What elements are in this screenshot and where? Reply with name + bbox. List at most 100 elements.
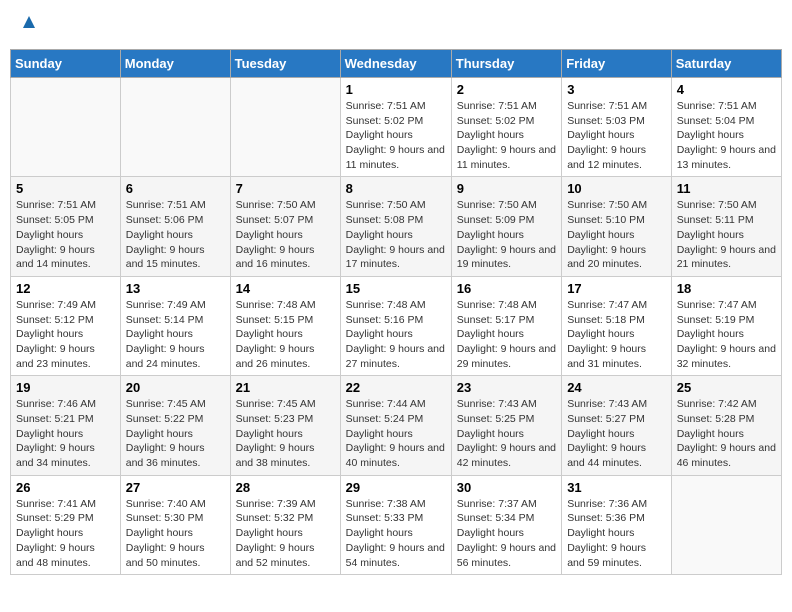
- day-of-week-header: Saturday: [671, 50, 781, 78]
- day-number: 23: [457, 380, 556, 395]
- day-of-week-header: Tuesday: [230, 50, 340, 78]
- sunset-label: Sunset: 5:28 PM: [677, 413, 755, 425]
- day-info: Sunrise: 7:38 AM Sunset: 5:33 PM Dayligh…: [346, 497, 446, 570]
- daylight-value: Daylight: 9 hours and 42 minutes.: [457, 442, 556, 469]
- sunrise-label: Sunrise: 7:43 AM: [457, 398, 537, 410]
- daylight-label: Daylight hours: [346, 527, 413, 539]
- day-number: 20: [126, 380, 225, 395]
- day-info: Sunrise: 7:51 AM Sunset: 5:03 PM Dayligh…: [567, 99, 666, 172]
- daylight-value: Daylight: 9 hours and 32 minutes.: [677, 343, 776, 370]
- day-info: Sunrise: 7:39 AM Sunset: 5:32 PM Dayligh…: [236, 497, 335, 570]
- day-info: Sunrise: 7:50 AM Sunset: 5:08 PM Dayligh…: [346, 198, 446, 271]
- day-info: Sunrise: 7:50 AM Sunset: 5:07 PM Dayligh…: [236, 198, 335, 271]
- day-number: 2: [457, 82, 556, 97]
- sunrise-label: Sunrise: 7:37 AM: [457, 498, 537, 510]
- day-number: 11: [677, 181, 776, 196]
- sunset-label: Sunset: 5:12 PM: [16, 314, 94, 326]
- sunset-label: Sunset: 5:17 PM: [457, 314, 535, 326]
- sunset-label: Sunset: 5:02 PM: [457, 115, 535, 127]
- sunset-label: Sunset: 5:32 PM: [236, 512, 314, 524]
- sunset-label: Sunset: 5:21 PM: [16, 413, 94, 425]
- sunset-label: Sunset: 5:36 PM: [567, 512, 645, 524]
- daylight-label: Daylight hours: [126, 428, 193, 440]
- daylight-label: Daylight hours: [567, 229, 634, 241]
- sunrise-label: Sunrise: 7:44 AM: [346, 398, 426, 410]
- sunset-label: Sunset: 5:33 PM: [346, 512, 424, 524]
- day-number: 17: [567, 281, 666, 296]
- day-info: Sunrise: 7:51 AM Sunset: 5:06 PM Dayligh…: [126, 198, 225, 271]
- day-info: Sunrise: 7:50 AM Sunset: 5:10 PM Dayligh…: [567, 198, 666, 271]
- calendar-cell: 21 Sunrise: 7:45 AM Sunset: 5:23 PM Dayl…: [230, 376, 340, 475]
- calendar-week-row: 19 Sunrise: 7:46 AM Sunset: 5:21 PM Dayl…: [11, 376, 782, 475]
- sunrise-label: Sunrise: 7:50 AM: [346, 199, 426, 211]
- sunset-label: Sunset: 5:14 PM: [126, 314, 204, 326]
- day-number: 3: [567, 82, 666, 97]
- sunrise-label: Sunrise: 7:43 AM: [567, 398, 647, 410]
- sunrise-label: Sunrise: 7:36 AM: [567, 498, 647, 510]
- sunset-label: Sunset: 5:30 PM: [126, 512, 204, 524]
- sunrise-label: Sunrise: 7:38 AM: [346, 498, 426, 510]
- day-info: Sunrise: 7:49 AM Sunset: 5:14 PM Dayligh…: [126, 298, 225, 371]
- daylight-label: Daylight hours: [457, 129, 524, 141]
- day-number: 8: [346, 181, 446, 196]
- calendar-cell: 28 Sunrise: 7:39 AM Sunset: 5:32 PM Dayl…: [230, 475, 340, 574]
- calendar-cell: 25 Sunrise: 7:42 AM Sunset: 5:28 PM Dayl…: [671, 376, 781, 475]
- calendar-cell: 26 Sunrise: 7:41 AM Sunset: 5:29 PM Dayl…: [11, 475, 121, 574]
- day-info: Sunrise: 7:41 AM Sunset: 5:29 PM Dayligh…: [16, 497, 115, 570]
- sunrise-label: Sunrise: 7:48 AM: [457, 299, 537, 311]
- sunrise-label: Sunrise: 7:50 AM: [677, 199, 757, 211]
- daylight-value: Daylight: 9 hours and 38 minutes.: [236, 442, 315, 469]
- sunrise-label: Sunrise: 7:51 AM: [16, 199, 96, 211]
- sunset-label: Sunset: 5:07 PM: [236, 214, 314, 226]
- logo-triangle-icon: [22, 15, 36, 34]
- day-number: 26: [16, 480, 115, 495]
- calendar-cell: [11, 78, 121, 177]
- logo: [20, 15, 36, 34]
- sunset-label: Sunset: 5:25 PM: [457, 413, 535, 425]
- calendar-cell: 1 Sunrise: 7:51 AM Sunset: 5:02 PM Dayli…: [340, 78, 451, 177]
- calendar-cell: 16 Sunrise: 7:48 AM Sunset: 5:17 PM Dayl…: [451, 276, 561, 375]
- sunset-label: Sunset: 5:05 PM: [16, 214, 94, 226]
- day-info: Sunrise: 7:47 AM Sunset: 5:18 PM Dayligh…: [567, 298, 666, 371]
- calendar-cell: 6 Sunrise: 7:51 AM Sunset: 5:06 PM Dayli…: [120, 177, 230, 276]
- day-info: Sunrise: 7:37 AM Sunset: 5:34 PM Dayligh…: [457, 497, 556, 570]
- page-header: [10, 10, 782, 39]
- day-number: 9: [457, 181, 556, 196]
- daylight-label: Daylight hours: [346, 129, 413, 141]
- day-number: 24: [567, 380, 666, 395]
- daylight-value: Daylight: 9 hours and 40 minutes.: [346, 442, 445, 469]
- sunset-label: Sunset: 5:04 PM: [677, 115, 755, 127]
- day-info: Sunrise: 7:45 AM Sunset: 5:22 PM Dayligh…: [126, 397, 225, 470]
- day-info: Sunrise: 7:46 AM Sunset: 5:21 PM Dayligh…: [16, 397, 115, 470]
- day-info: Sunrise: 7:42 AM Sunset: 5:28 PM Dayligh…: [677, 397, 776, 470]
- day-number: 7: [236, 181, 335, 196]
- day-number: 21: [236, 380, 335, 395]
- day-info: Sunrise: 7:48 AM Sunset: 5:15 PM Dayligh…: [236, 298, 335, 371]
- daylight-value: Daylight: 9 hours and 20 minutes.: [567, 244, 646, 271]
- calendar-cell: 8 Sunrise: 7:50 AM Sunset: 5:08 PM Dayli…: [340, 177, 451, 276]
- calendar-cell: 10 Sunrise: 7:50 AM Sunset: 5:10 PM Dayl…: [562, 177, 672, 276]
- daylight-label: Daylight hours: [677, 428, 744, 440]
- sunrise-label: Sunrise: 7:41 AM: [16, 498, 96, 510]
- daylight-value: Daylight: 9 hours and 26 minutes.: [236, 343, 315, 370]
- daylight-value: Daylight: 9 hours and 36 minutes.: [126, 442, 205, 469]
- calendar-week-row: 26 Sunrise: 7:41 AM Sunset: 5:29 PM Dayl…: [11, 475, 782, 574]
- daylight-value: Daylight: 9 hours and 12 minutes.: [567, 144, 646, 171]
- calendar-cell: 17 Sunrise: 7:47 AM Sunset: 5:18 PM Dayl…: [562, 276, 672, 375]
- daylight-label: Daylight hours: [567, 527, 634, 539]
- calendar-cell: 30 Sunrise: 7:37 AM Sunset: 5:34 PM Dayl…: [451, 475, 561, 574]
- sunset-label: Sunset: 5:08 PM: [346, 214, 424, 226]
- daylight-value: Daylight: 9 hours and 16 minutes.: [236, 244, 315, 271]
- daylight-value: Daylight: 9 hours and 52 minutes.: [236, 542, 315, 569]
- calendar-cell: 23 Sunrise: 7:43 AM Sunset: 5:25 PM Dayl…: [451, 376, 561, 475]
- calendar-cell: 9 Sunrise: 7:50 AM Sunset: 5:09 PM Dayli…: [451, 177, 561, 276]
- daylight-value: Daylight: 9 hours and 23 minutes.: [16, 343, 95, 370]
- day-info: Sunrise: 7:47 AM Sunset: 5:19 PM Dayligh…: [677, 298, 776, 371]
- sunrise-label: Sunrise: 7:47 AM: [567, 299, 647, 311]
- calendar-table: SundayMondayTuesdayWednesdayThursdayFrid…: [10, 49, 782, 575]
- sunrise-label: Sunrise: 7:40 AM: [126, 498, 206, 510]
- sunset-label: Sunset: 5:16 PM: [346, 314, 424, 326]
- daylight-value: Daylight: 9 hours and 34 minutes.: [16, 442, 95, 469]
- day-info: Sunrise: 7:36 AM Sunset: 5:36 PM Dayligh…: [567, 497, 666, 570]
- calendar-cell: 12 Sunrise: 7:49 AM Sunset: 5:12 PM Dayl…: [11, 276, 121, 375]
